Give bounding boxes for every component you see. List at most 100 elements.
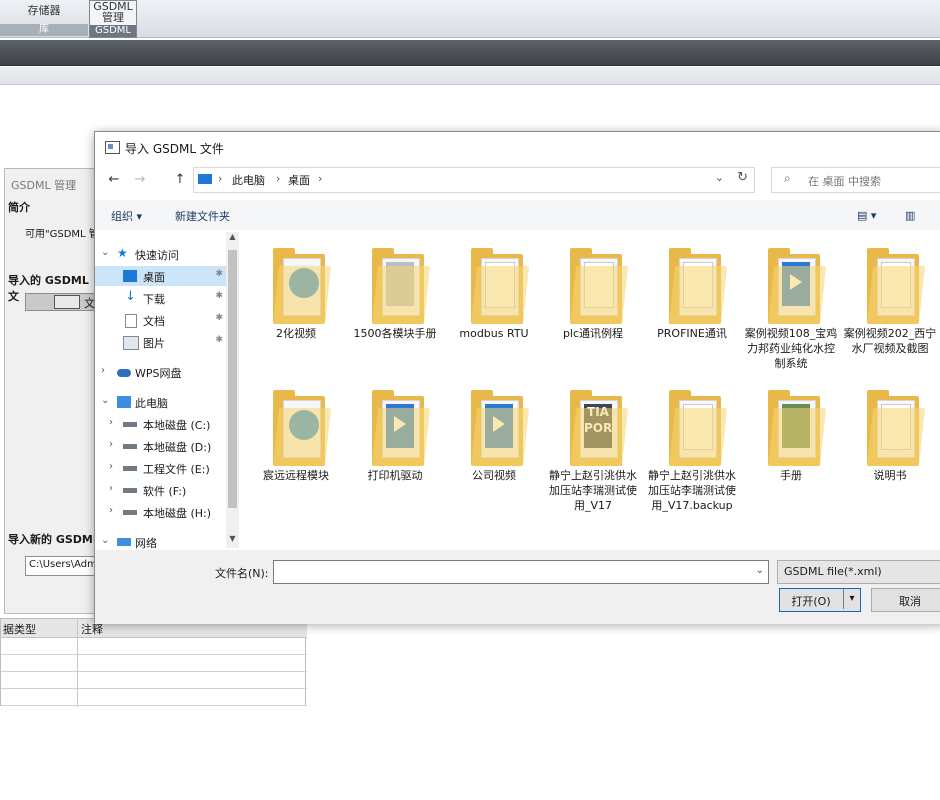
address-bar[interactable]: › 此电脑 › 桌面 › ⌄ ↻ bbox=[193, 167, 755, 193]
nav-item-label: 此电脑 bbox=[135, 397, 168, 410]
chevron-right-icon[interactable]: › bbox=[109, 417, 113, 428]
nav-pane-scrollbar[interactable]: ▲ ▼ bbox=[226, 232, 239, 548]
nav-item-label: 图片 bbox=[143, 337, 165, 350]
chevron-right-icon[interactable]: › bbox=[109, 461, 113, 472]
file-item[interactable]: PROFINE通讯 bbox=[645, 236, 739, 376]
nav-item-drive-f[interactable]: › 软件 (F:) bbox=[95, 480, 227, 500]
file-name: plc通讯例程 bbox=[562, 327, 624, 340]
new-folder-button[interactable]: 新建文件夹 bbox=[175, 208, 230, 224]
dialog-titlebar[interactable]: 导入 GSDML 文件 bbox=[95, 132, 940, 162]
chevron-down-icon[interactable]: ⌄ bbox=[101, 535, 109, 546]
chevron-down-icon[interactable]: ⌄ bbox=[101, 395, 109, 406]
preview-pane-icon[interactable]: ▥ bbox=[905, 209, 915, 222]
file-item[interactable]: 打印机驱动 bbox=[348, 378, 442, 518]
scroll-up-icon[interactable]: ▲ bbox=[226, 232, 239, 246]
cancel-button[interactable]: 取消 bbox=[871, 588, 940, 612]
nav-item-drive-h[interactable]: › 本地磁盘 (H:) bbox=[95, 502, 227, 522]
file-item[interactable]: 静宁上赵引洮供水加压站李瑞测试使用_V17.backup bbox=[645, 378, 739, 518]
file-name: 宸远远程模块 bbox=[263, 469, 329, 482]
nav-item-drive-c[interactable]: › 本地磁盘 (C:) bbox=[95, 414, 227, 434]
scrollbar-thumb[interactable] bbox=[228, 250, 237, 508]
file-name: 静宁上赵引洮供水加压站李瑞测试使用_V17.backup bbox=[648, 469, 736, 512]
file-item[interactable]: 案例视频108_宝鸡力邦药业纯化水控制系统 bbox=[744, 236, 838, 376]
address-history-chevron-icon[interactable]: ⌄ bbox=[715, 171, 724, 184]
file-item[interactable]: 1500各模块手册 bbox=[348, 236, 442, 376]
breadcrumb-this-pc[interactable]: 此电脑 bbox=[232, 172, 265, 188]
chevron-right-icon[interactable]: › bbox=[101, 365, 105, 376]
file-item[interactable]: modbus RTU bbox=[447, 236, 541, 376]
file-item[interactable]: 宸远远程模块 bbox=[249, 378, 343, 518]
column-header-datatype[interactable]: 据类型 bbox=[3, 621, 36, 637]
select-all-checkbox[interactable] bbox=[54, 295, 80, 309]
imported-gsdml-header-row[interactable]: 文 bbox=[25, 293, 105, 311]
intro-body: 可用"GSDML 管 bbox=[25, 229, 99, 240]
open-button[interactable]: 打开(O) ▾ bbox=[779, 588, 861, 612]
refresh-icon[interactable]: ↻ bbox=[737, 170, 748, 185]
nav-item-label: 下载 bbox=[143, 293, 165, 306]
table-row[interactable] bbox=[1, 671, 307, 689]
nav-item-pictures[interactable]: 图片 ✱ bbox=[95, 332, 227, 352]
navigation-bar: ← → ↑ › 此电脑 › 桌面 › ⌄ ↻ ⌕ 在 桌面 中搜索 bbox=[95, 162, 940, 198]
chevron-right-icon[interactable]: › bbox=[109, 505, 113, 516]
network-icon bbox=[117, 538, 131, 546]
filename-input[interactable]: ⌄ bbox=[273, 560, 769, 584]
import-new-heading: 导入新的 GSDML bbox=[8, 533, 100, 546]
file-item[interactable]: 说明书 bbox=[843, 378, 937, 518]
file-item[interactable]: TIA POR静宁上赵引洮供水加压站李瑞测试使用_V17 bbox=[546, 378, 640, 518]
nav-item-wps-cloud[interactable]: › WPS网盘 bbox=[95, 362, 227, 382]
pin-icon: ✱ bbox=[215, 335, 223, 345]
chevron-down-icon[interactable]: ⌄ bbox=[101, 247, 109, 258]
file-item[interactable]: plc通讯例程 bbox=[546, 236, 640, 376]
folder-icon: TIA POR bbox=[570, 390, 629, 466]
file-item[interactable]: 公司视频 bbox=[447, 378, 541, 518]
forward-arrow-icon[interactable]: → bbox=[131, 171, 149, 189]
file-item[interactable]: 手册 bbox=[744, 378, 838, 518]
file-item[interactable]: 案例视频202_西宁水厂视频及截图 bbox=[843, 236, 937, 376]
filetype-select[interactable]: GSDML file(*.xml) bbox=[777, 560, 940, 584]
file-name: 公司视频 bbox=[472, 469, 516, 482]
table-row[interactable] bbox=[1, 688, 307, 706]
folder-icon bbox=[669, 248, 728, 324]
navigation-pane: ⌄ ★ 快速访问 桌面 ✱ ↓ 下载 ✱ 文档 ✱ 图片 ✱ › WPS网盘 ⌄… bbox=[95, 232, 239, 550]
breadcrumb-desktop[interactable]: 桌面 bbox=[288, 172, 310, 188]
table-row[interactable] bbox=[1, 654, 307, 672]
back-arrow-icon[interactable]: ← bbox=[105, 171, 123, 189]
folder-icon bbox=[768, 390, 827, 466]
nav-item-documents[interactable]: 文档 ✱ bbox=[95, 310, 227, 330]
nav-item-desktop[interactable]: 桌面 ✱ bbox=[95, 266, 227, 286]
file-list: 2化视频 1500各模块手册 modbus RTU plc通讯例程 PROFINE通讯 案… bbox=[241, 232, 940, 548]
open-dropdown-icon[interactable]: ▾ bbox=[843, 589, 860, 609]
nav-item-label: 本地磁盘 (H:) bbox=[143, 507, 212, 520]
nav-item-drive-d[interactable]: › 本地磁盘 (D:) bbox=[95, 436, 227, 456]
file-name: 案例视频108_宝鸡力邦药业纯化水控制系统 bbox=[744, 327, 838, 370]
file-name: 案例视频202_西宁水厂视频及截图 bbox=[843, 327, 937, 355]
chevron-right-icon[interactable]: › bbox=[109, 483, 113, 494]
ribbon-gsdml-manage-button[interactable]: GSDML 管理 GSDML bbox=[89, 0, 137, 38]
search-box[interactable]: ⌕ 在 桌面 中搜索 bbox=[771, 167, 940, 193]
file-item[interactable]: 2化视频 bbox=[249, 236, 343, 376]
nav-item-quick-access[interactable]: ⌄ ★ 快速访问 bbox=[95, 244, 227, 264]
folder-icon bbox=[273, 248, 332, 324]
ribbon-storage-label: 存储器 bbox=[27, 4, 61, 17]
gsdml-manager-title: GSDML 管理 bbox=[11, 179, 77, 192]
search-icon: ⌕ bbox=[784, 171, 791, 185]
nav-item-drive-e[interactable]: › 工程文件 (E:) bbox=[95, 458, 227, 478]
drive-icon bbox=[123, 510, 137, 515]
cloud-icon bbox=[117, 369, 131, 377]
pin-icon: ✱ bbox=[215, 313, 223, 323]
up-arrow-icon[interactable]: ↑ bbox=[171, 171, 189, 189]
nav-item-downloads[interactable]: ↓ 下载 ✱ bbox=[95, 288, 227, 308]
intro-heading: 简介 bbox=[8, 201, 30, 214]
organize-button[interactable]: 组织 ▾ bbox=[111, 208, 142, 224]
ribbon: 存储器 库 GSDML 管理 GSDML bbox=[0, 0, 940, 38]
ribbon-storage-button[interactable]: 存储器 库 bbox=[0, 0, 88, 36]
scroll-down-icon[interactable]: ▼ bbox=[226, 534, 239, 548]
nav-item-this-pc[interactable]: ⌄ 此电脑 bbox=[95, 392, 227, 412]
ribbon-library-group: 库 bbox=[0, 24, 88, 36]
change-view-icon[interactable]: ▤ ▾ bbox=[857, 209, 876, 222]
nav-item-label: 工程文件 (E:) bbox=[143, 463, 210, 476]
table-row[interactable] bbox=[1, 637, 307, 655]
nav-item-network[interactable]: ⌄ 网络 bbox=[95, 532, 227, 552]
chevron-right-icon[interactable]: › bbox=[109, 439, 113, 450]
chevron-down-icon[interactable]: ⌄ bbox=[756, 565, 764, 576]
